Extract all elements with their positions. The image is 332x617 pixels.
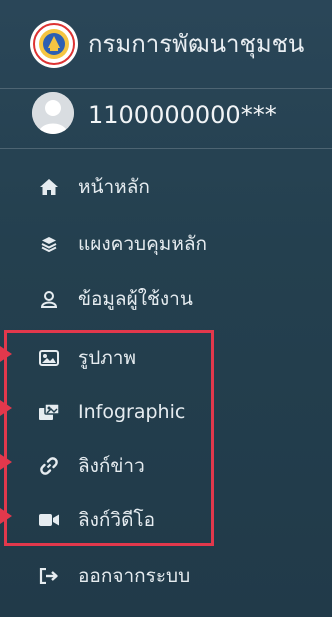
logo-seal-graphic <box>33 23 75 65</box>
annotation-arrow-video-links <box>0 508 12 524</box>
logout-icon <box>38 565 60 587</box>
nav-label-logout: ออกจากระบบ <box>78 565 191 587</box>
nav-item-pictures[interactable]: รูปภาพ <box>0 330 332 386</box>
user-icon <box>38 288 60 310</box>
infographic-icon <box>38 401 60 423</box>
link-icon <box>38 455 60 477</box>
brand-title[interactable]: กรมการพัฒนาชุมชน <box>88 29 304 59</box>
nav-label-video-links: ลิงก์วิดีโอ <box>78 509 156 531</box>
avatar-placeholder-icon <box>32 92 74 134</box>
nav-item-video-links[interactable]: ลิงก์วิดีโอ <box>0 492 332 548</box>
annotation-arrow-pictures <box>0 346 12 362</box>
nav-label-pictures: รูปภาพ <box>78 347 136 369</box>
brand-header: กรมการพัฒนาชุมชน <box>0 0 332 89</box>
user-avatar[interactable] <box>32 92 74 134</box>
nav-label-home: หน้าหลัก <box>78 176 150 198</box>
nav-label-user-info: ข้อมูลผู้ใช้งาน <box>78 288 193 310</box>
user-id: 1100000000*** <box>88 101 277 129</box>
layers-icon <box>38 233 60 255</box>
home-icon <box>38 176 60 198</box>
image-icon <box>38 347 60 369</box>
nav-item-infographic[interactable]: Infographic <box>0 384 332 440</box>
nav-label-dashboard: แผงควบคุมหลัก <box>78 233 208 255</box>
annotation-arrow-infographic <box>0 400 12 416</box>
video-icon <box>38 509 60 531</box>
nav-item-logout[interactable]: ออกจากระบบ <box>0 548 332 604</box>
nav-label-infographic: Infographic <box>78 401 186 423</box>
annotation-arrow-news-links <box>0 454 12 470</box>
nav-label-news-links: ลิงก์ข่าว <box>78 455 145 477</box>
sidebar: กรมการพัฒนาชุมชน 1100000000*** หน้าหลัก … <box>0 0 332 617</box>
department-seal-logo[interactable] <box>30 20 78 68</box>
nav-item-user-info[interactable]: ข้อมูลผู้ใช้งาน <box>0 271 332 327</box>
nav-item-dashboard[interactable]: แผงควบคุมหลัก <box>0 216 332 272</box>
nav-item-home[interactable]: หน้าหลัก <box>0 159 332 215</box>
nav-item-news-links[interactable]: ลิงก์ข่าว <box>0 438 332 494</box>
